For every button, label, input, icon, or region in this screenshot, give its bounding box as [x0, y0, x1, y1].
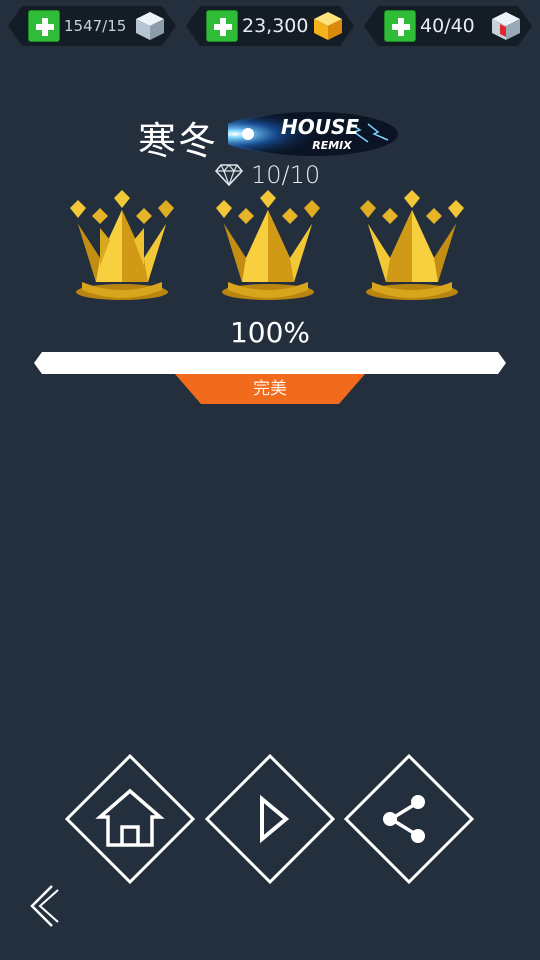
resource-counter-gold: 23,300 — [186, 6, 354, 46]
resource-counter-cubes: 1547/15 — [8, 6, 176, 46]
diamond-outline-icon — [215, 164, 243, 186]
energy-cube-icon — [490, 10, 522, 42]
crown-icon — [360, 190, 464, 300]
add-gold-button[interactable] — [206, 10, 238, 42]
add-cubes-button[interactable] — [28, 10, 60, 42]
crown-icon — [70, 190, 174, 300]
gem-count: 10/10 — [251, 161, 321, 189]
resource-counter-energy: 40/40 — [364, 6, 532, 46]
svg-text:REMIX: REMIX — [312, 139, 352, 152]
song-title: 寒冬 — [138, 119, 219, 163]
share-icon — [383, 795, 425, 843]
gold-cube-icon — [312, 10, 344, 42]
gems-collected: 10/10 — [215, 160, 320, 190]
share-button[interactable] — [343, 753, 475, 885]
house-remix-logo: HOUSE REMIX — [228, 112, 398, 156]
rating-badge: 完美 — [175, 374, 365, 404]
play-icon — [260, 794, 290, 844]
gold-value: 23,300 — [242, 15, 309, 37]
svg-text:HOUSE: HOUSE — [281, 115, 359, 139]
home-icon — [95, 788, 165, 847]
replay-button[interactable] — [204, 753, 336, 885]
progress-bar-fill — [34, 352, 506, 374]
add-energy-button[interactable] — [384, 10, 416, 42]
progress-bar — [34, 352, 506, 374]
back-chevron-icon[interactable] — [22, 882, 64, 930]
home-button[interactable] — [64, 753, 196, 885]
crown-icon — [216, 190, 320, 300]
energy-value: 40/40 — [420, 15, 475, 37]
completion-percent: 100% — [229, 316, 311, 349]
ice-cube-icon — [134, 10, 166, 42]
cubes-value: 1547/15 — [64, 17, 127, 35]
